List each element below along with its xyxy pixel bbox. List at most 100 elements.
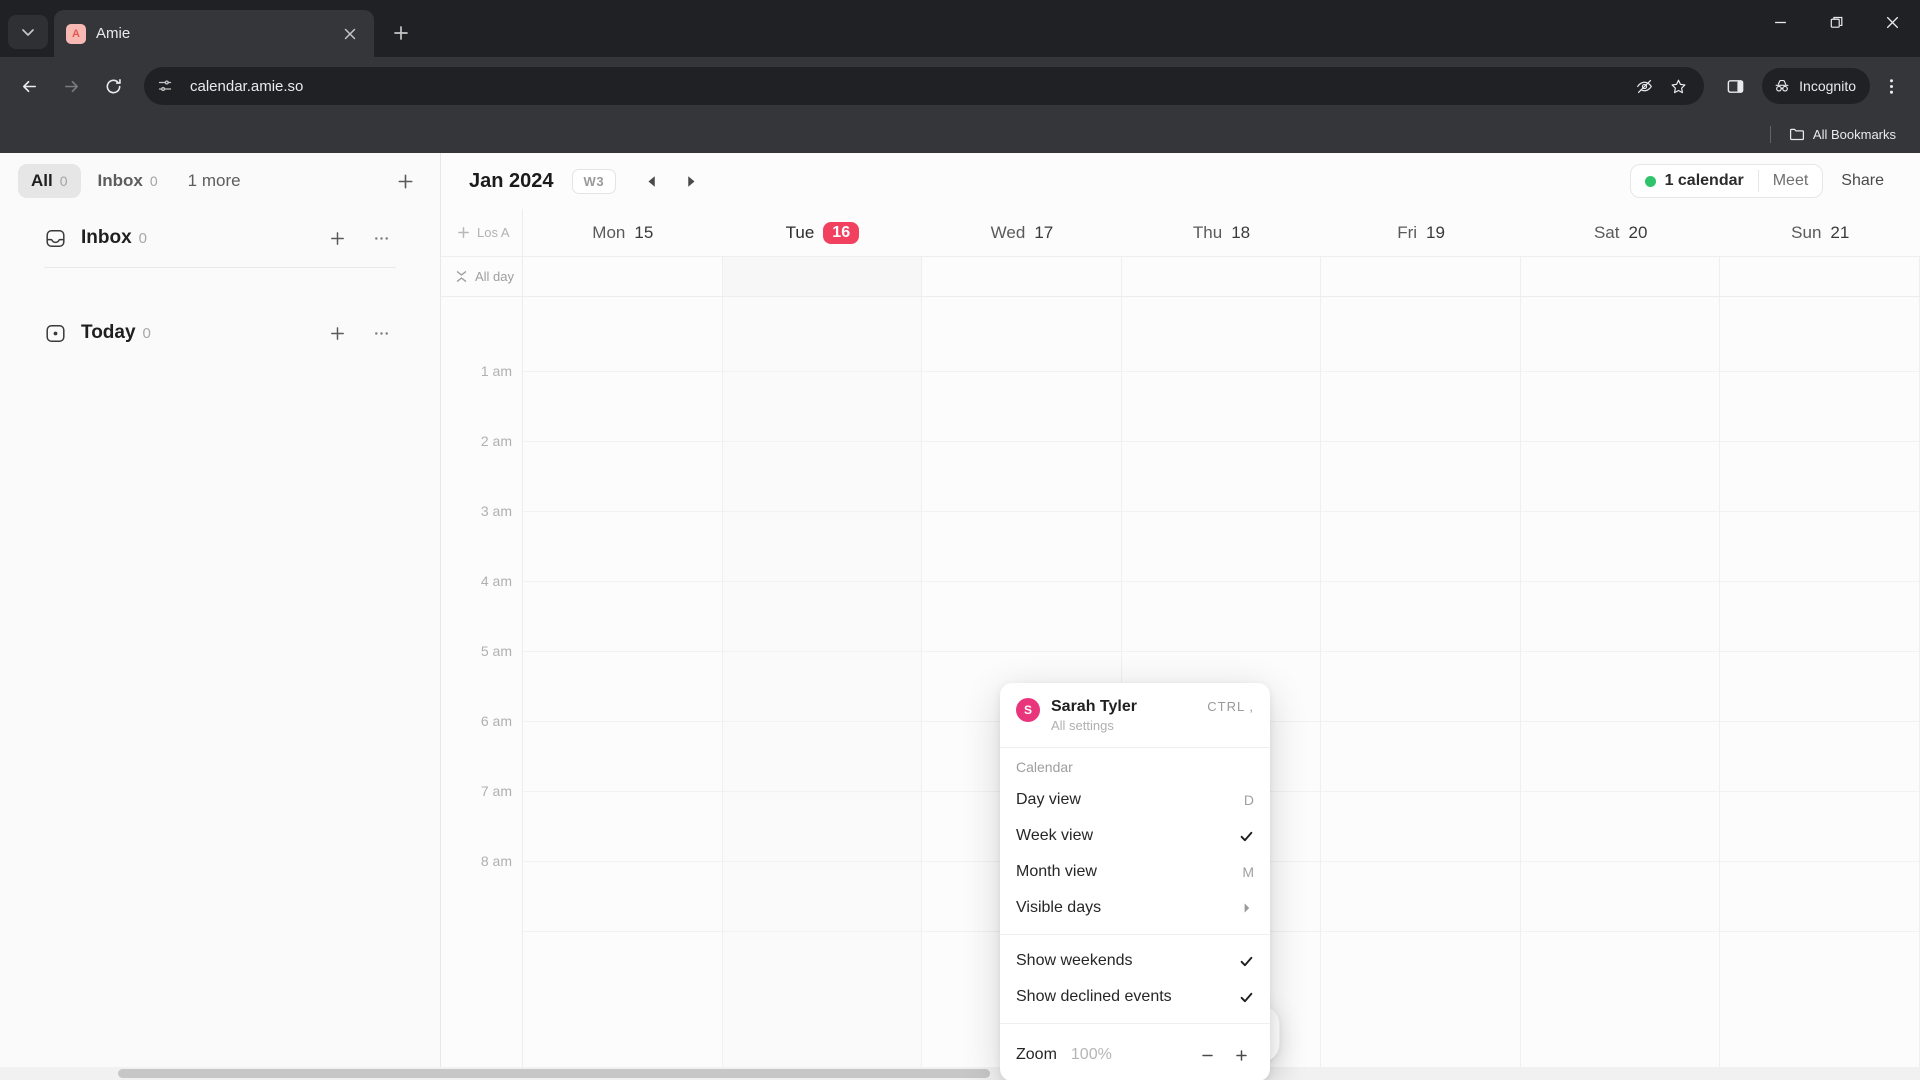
all-day-label: All day <box>475 269 515 284</box>
chrome-menu-icon[interactable] <box>1872 67 1910 105</box>
menu-profile-row[interactable]: S Sarah Tyler All settings CTRL , <box>1000 683 1270 745</box>
incognito-profile-button[interactable]: Incognito <box>1762 68 1870 104</box>
calendars-button[interactable]: 1 calendar <box>1631 165 1758 197</box>
folder-icon <box>1789 128 1804 141</box>
hour-line <box>722 721 922 722</box>
bookmark-star-icon[interactable] <box>1662 70 1694 102</box>
day-header-thu[interactable]: Thu 18 <box>1122 209 1322 256</box>
sidebar-item-inbox-label: Inbox <box>81 227 132 248</box>
all-day-cell-mon[interactable] <box>523 257 723 296</box>
plus-icon <box>330 326 344 340</box>
day-column-sat[interactable] <box>1520 297 1721 1080</box>
hour-line <box>1121 511 1321 512</box>
horizontal-scrollbar[interactable] <box>0 1067 1920 1080</box>
day-header-fri[interactable]: Fri 19 <box>1321 209 1521 256</box>
page-content: All 0 Inbox 0 1 more Inbox 0 Today 0 Jan… <box>0 153 1920 1080</box>
all-day-cell-sun[interactable] <box>1720 257 1920 296</box>
hour-line <box>1520 861 1720 862</box>
menu-item-day-view[interactable]: Day view D <box>1000 782 1270 818</box>
day-header-sun[interactable]: Sun 21 <box>1720 209 1920 256</box>
sidebar-tab-inbox[interactable]: Inbox 0 <box>85 164 171 198</box>
menu-item-label: Show declined events <box>1016 988 1172 1005</box>
day-header-sat[interactable]: Sat 20 <box>1521 209 1721 256</box>
plus-icon <box>330 231 344 245</box>
day-column-fri[interactable] <box>1321 297 1521 1080</box>
hour-line <box>922 371 1121 372</box>
reload-icon[interactable] <box>94 67 132 105</box>
side-panel-icon[interactable] <box>1716 67 1754 105</box>
address-bar[interactable]: calendar.amie.so <box>144 67 1705 105</box>
sidebar-inbox-add-button[interactable] <box>322 223 352 253</box>
hour-line <box>722 861 922 862</box>
hour-line <box>523 581 722 582</box>
all-day-gutter[interactable]: All day <box>441 257 523 296</box>
day-header-mon[interactable]: Mon 15 <box>523 209 723 256</box>
sidebar-tab-all[interactable]: All 0 <box>18 164 81 198</box>
timezone-label: Los A <box>477 225 510 240</box>
day-column-mon[interactable] <box>523 297 723 1080</box>
day-column-sun[interactable] <box>1720 297 1920 1080</box>
menu-item-week-view[interactable]: Week view <box>1000 818 1270 854</box>
all-day-cell-tue[interactable] <box>722 257 923 296</box>
sidebar-today-more-button[interactable] <box>366 318 396 348</box>
share-button[interactable]: Share <box>1827 165 1898 197</box>
all-day-cell-sat[interactable] <box>1521 257 1721 296</box>
day-column-tue[interactable] <box>722 297 923 1080</box>
day-header-wed[interactable]: Wed 17 <box>922 209 1122 256</box>
day-header-tue[interactable]: Tue 16 <box>723 209 923 256</box>
zoom-out-button[interactable] <box>1194 1042 1220 1068</box>
site-settings-icon[interactable] <box>150 71 180 101</box>
share-label: Share <box>1841 172 1884 189</box>
forward-icon[interactable] <box>52 67 90 105</box>
time-label: 6 am <box>480 713 512 729</box>
maximize-icon[interactable] <box>1808 0 1864 44</box>
browser-tab-amie[interactable]: A Amie <box>54 10 374 57</box>
week-number-badge[interactable]: W3 <box>571 168 617 194</box>
hour-line <box>1720 721 1920 722</box>
menu-item-month-view[interactable]: Month view M <box>1000 854 1270 890</box>
hour-line <box>523 441 722 442</box>
menu-divider-2 <box>1000 934 1270 935</box>
meet-button[interactable]: Meet <box>1759 165 1823 197</box>
day-name: Sat <box>1593 222 1620 242</box>
sidebar-inbox-more-button[interactable] <box>366 223 396 253</box>
menu-item-label: Week view <box>1016 827 1094 844</box>
sidebar-item-today[interactable]: Today 0 <box>44 304 396 362</box>
all-day-cell-wed[interactable] <box>922 257 1122 296</box>
sidebar-tab-more[interactable]: 1 more <box>175 164 254 198</box>
time-label: 5 am <box>480 643 512 659</box>
all-day-cell-fri[interactable] <box>1321 257 1521 296</box>
day-number: 15 <box>634 222 654 242</box>
day-number: 21 <box>1830 222 1850 242</box>
menu-item-show-declined-events[interactable]: Show declined events <box>1000 979 1270 1015</box>
day-name: Tue <box>785 222 815 242</box>
tab-search-button[interactable] <box>8 15 48 49</box>
minus-icon <box>1201 1054 1213 1056</box>
scrollbar-thumb[interactable] <box>118 1069 990 1078</box>
new-tab-button[interactable] <box>384 16 418 50</box>
day-name: Mon <box>592 222 626 242</box>
hour-line <box>1520 651 1720 652</box>
back-icon[interactable] <box>10 67 48 105</box>
all-day-cell-thu[interactable] <box>1122 257 1322 296</box>
menu-item-visible-days[interactable]: Visible days <box>1000 890 1270 926</box>
sidebar-tab-inbox-label: Inbox <box>97 171 143 190</box>
minimize-icon[interactable] <box>1752 0 1808 44</box>
close-window-icon[interactable] <box>1864 0 1920 44</box>
prev-week-button[interactable] <box>636 166 666 196</box>
tracking-protection-icon[interactable] <box>1628 70 1660 102</box>
calendar-color-dot <box>1644 175 1656 187</box>
add-timezone-button[interactable] <box>455 225 471 241</box>
sidebar-today-add-button[interactable] <box>322 318 352 348</box>
sidebar-lists: Inbox 0 <box>0 209 440 267</box>
menu-item-show-weekends[interactable]: Show weekends <box>1000 943 1270 979</box>
sidebar-item-inbox[interactable]: Inbox 0 <box>44 209 396 267</box>
all-bookmarks-button[interactable]: All Bookmarks <box>1781 122 1904 146</box>
sidebar-add-list-button[interactable] <box>388 164 422 198</box>
next-week-button[interactable] <box>676 166 706 196</box>
close-icon[interactable] <box>338 22 362 46</box>
zoom-in-button[interactable] <box>1228 1042 1254 1068</box>
menu-zoom-value: 100% <box>1070 1046 1112 1063</box>
time-label: 2 am <box>480 433 512 449</box>
hour-line <box>722 511 922 512</box>
